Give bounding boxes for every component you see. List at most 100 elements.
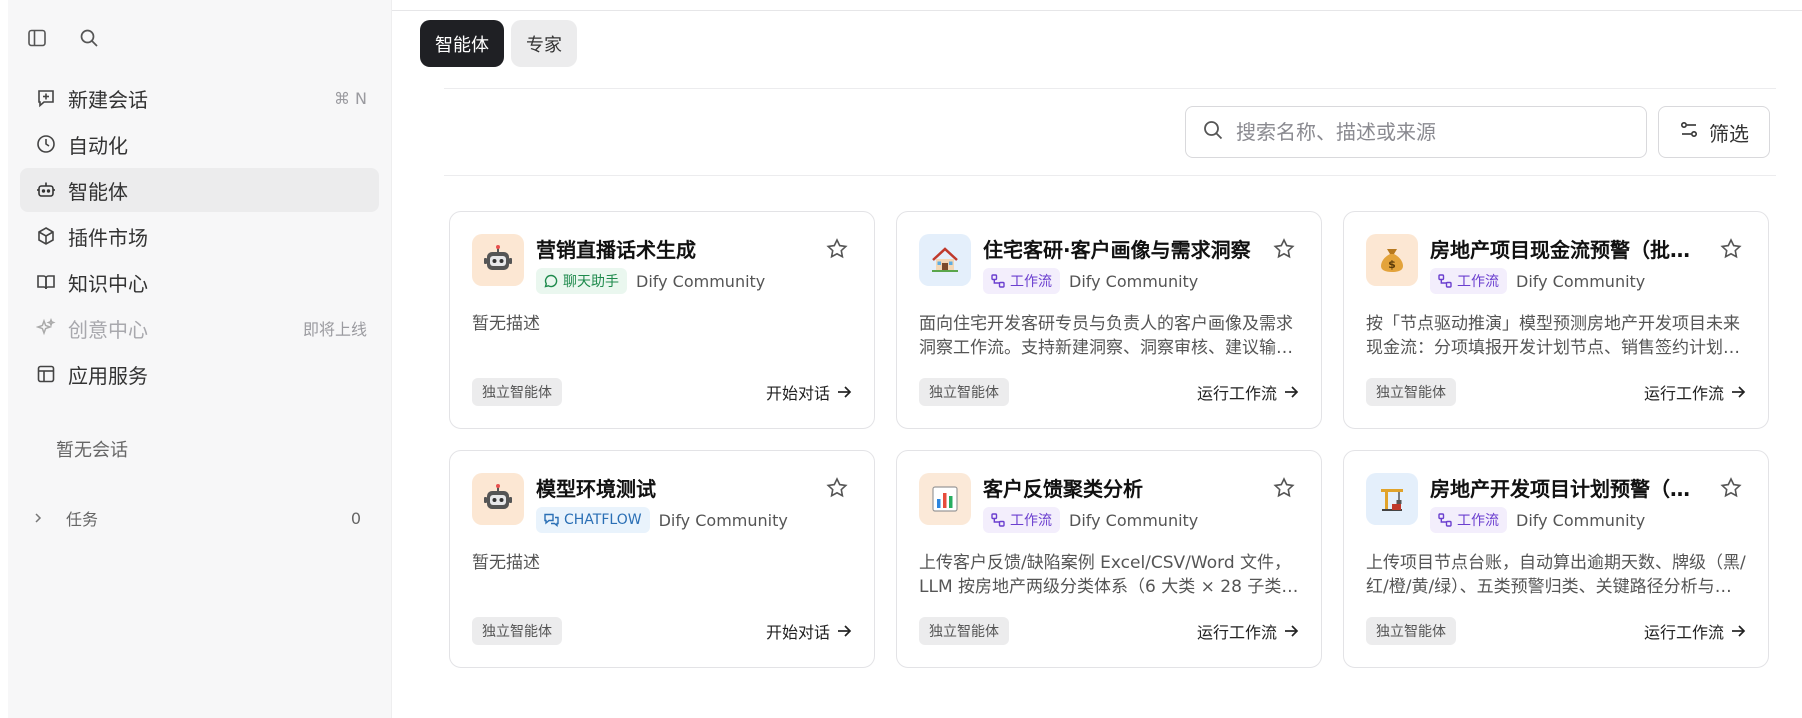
new-chat-icon bbox=[34, 86, 58, 110]
sidebar-item-app-services[interactable]: 应用服务 bbox=[20, 352, 379, 396]
type-tag: 工作流 bbox=[983, 507, 1060, 533]
workflow-icon bbox=[991, 274, 1005, 288]
type-tag: 聊天助手 bbox=[536, 268, 627, 294]
sidebar-item-label: 创意中心 bbox=[68, 317, 148, 342]
sidebar-item-new-chat[interactable]: 新建会话 ⌘ N bbox=[20, 76, 379, 120]
star-icon[interactable] bbox=[1271, 475, 1297, 501]
sidebar-item-automation[interactable]: 自动化 bbox=[20, 122, 379, 166]
filter-bar: 筛选 bbox=[444, 88, 1776, 176]
star-icon[interactable] bbox=[824, 475, 850, 501]
sidebar-item-knowledge[interactable]: 知识中心 bbox=[20, 260, 379, 304]
arrow-right-icon bbox=[1732, 625, 1746, 637]
filter-icon bbox=[1679, 120, 1699, 145]
agent-card[interactable]: 营销直播话术生成 聊天助手 Dify Community 暂无描述 独立智能体 bbox=[449, 211, 875, 429]
chevron-right-icon bbox=[32, 512, 52, 524]
sidebar-item-plugin-market[interactable]: 插件市场 bbox=[20, 214, 379, 258]
card-badge: 独立智能体 bbox=[919, 617, 1009, 645]
sidebar-item-label: 插件市场 bbox=[68, 225, 148, 250]
card-source: Dify Community bbox=[1069, 510, 1199, 530]
start-chat-button[interactable]: 开始对话 bbox=[766, 380, 852, 404]
filter-label: 筛选 bbox=[1709, 121, 1749, 146]
arrow-right-icon bbox=[838, 625, 852, 637]
action-label: 开始对话 bbox=[765, 384, 830, 403]
card-source: Dify Community bbox=[1069, 271, 1199, 291]
sidebar-item-label: 知识中心 bbox=[68, 271, 148, 296]
sidebar-item-agents[interactable]: 智能体 bbox=[20, 168, 379, 212]
workflow-icon bbox=[1438, 274, 1452, 288]
tab-bar: 智能体 专家 bbox=[420, 20, 577, 67]
type-tag: 工作流 bbox=[983, 268, 1060, 294]
house-avatar-icon bbox=[919, 234, 971, 286]
tasks-label: 任务 bbox=[66, 510, 99, 529]
sidebar-item-label: 智能体 bbox=[68, 179, 128, 204]
type-tag-label: 工作流 bbox=[1010, 274, 1052, 290]
sidebar-toggle-icon[interactable] bbox=[24, 25, 50, 51]
agent-card[interactable]: 房地产开发项目计划预警（… 工作流 Dify Community 上传项目节点台… bbox=[1343, 450, 1769, 668]
star-icon[interactable] bbox=[1718, 475, 1744, 501]
sidebar-item-label: 新建会话 bbox=[68, 87, 148, 112]
card-source: Dify Community bbox=[636, 271, 766, 291]
robot-avatar-icon bbox=[472, 473, 524, 525]
main-content: 智能体 专家 筛选 营销直播话术生成 bbox=[392, 0, 1802, 718]
arrow-right-icon bbox=[838, 386, 852, 398]
action-label: 运行工作流 bbox=[1196, 384, 1277, 403]
arrow-right-icon bbox=[1732, 386, 1746, 398]
chat-bubble-icon bbox=[544, 274, 558, 288]
star-icon[interactable] bbox=[1718, 236, 1744, 262]
search-icon bbox=[1202, 119, 1224, 145]
card-title: 房地产项目现金流预警（批… bbox=[1430, 238, 1690, 262]
star-icon[interactable] bbox=[1271, 236, 1297, 262]
search-input[interactable] bbox=[1236, 120, 1616, 144]
run-workflow-button[interactable]: 运行工作流 bbox=[1197, 619, 1299, 643]
search-box[interactable] bbox=[1185, 106, 1647, 158]
robot-icon bbox=[34, 178, 58, 202]
card-title: 营销直播话术生成 bbox=[536, 238, 696, 262]
type-tag: 工作流 bbox=[1430, 268, 1507, 294]
card-badge: 独立智能体 bbox=[1366, 617, 1456, 645]
cube-icon bbox=[34, 224, 58, 248]
card-description: 面向住宅开发客研专员与负责人的客户画像及需求洞察工作流。支持新建洞察、洞察审核、… bbox=[919, 314, 1293, 358]
sidebar: 新建会话 ⌘ N 自动化 智能体 插件市场 知识中心 创意中心 即将上线 应用服… bbox=[8, 0, 392, 718]
card-description: 上传项目节点台账，自动算出逾期天数、牌级（黑/红/橙/黄/绿）、五类预警归类、关… bbox=[1366, 553, 1746, 597]
agent-card-grid: 营销直播话术生成 聊天助手 Dify Community 暂无描述 独立智能体 bbox=[449, 211, 1769, 668]
sidebar-item-label: 应用服务 bbox=[68, 363, 148, 388]
tab-agents[interactable]: 智能体 bbox=[420, 20, 504, 67]
card-description: 暂无描述 bbox=[472, 314, 540, 334]
coming-soon-label: 即将上线 bbox=[302, 320, 367, 339]
agent-card[interactable]: 模型环境测试 CHATFLOW Dify Community 暂无描述 独立智能… bbox=[449, 450, 875, 668]
shortcut-hint: ⌘ N bbox=[333, 88, 367, 108]
star-icon[interactable] bbox=[824, 236, 850, 262]
tab-experts[interactable]: 专家 bbox=[511, 20, 577, 67]
card-badge: 独立智能体 bbox=[472, 378, 562, 406]
card-badge: 独立智能体 bbox=[472, 617, 562, 645]
agent-card[interactable]: 客户反馈聚类分析 工作流 Dify Community 上传客户反馈/缺陷案例 … bbox=[896, 450, 1322, 668]
divider bbox=[392, 10, 1802, 11]
card-source: Dify Community bbox=[658, 510, 788, 530]
filter-button[interactable]: 筛选 bbox=[1658, 106, 1770, 158]
type-tag: CHATFLOW bbox=[536, 507, 650, 533]
card-description: 按「节点驱动推演」模型预测房地产开发项目未来现金流：分项填报开发计划节点、销售签… bbox=[1366, 314, 1740, 358]
card-title: 模型环境测试 bbox=[536, 477, 656, 501]
card-description: 暂无描述 bbox=[472, 553, 540, 573]
empty-conversations: 暂无会话 bbox=[56, 440, 128, 461]
card-description: 上传客户反馈/缺陷案例 Excel/CSV/Word 文件，LLM 按房地产两级… bbox=[919, 553, 1299, 597]
card-source: Dify Community bbox=[1516, 510, 1646, 530]
agent-card[interactable]: 住宅客研·客户画像与需求洞察 工作流 Dify Community 面向住宅开发… bbox=[896, 211, 1322, 429]
start-chat-button[interactable]: 开始对话 bbox=[766, 619, 852, 643]
crane-avatar-icon bbox=[1366, 473, 1418, 525]
layout-icon bbox=[34, 362, 58, 386]
run-workflow-button[interactable]: 运行工作流 bbox=[1644, 619, 1746, 643]
search-icon[interactable] bbox=[76, 25, 102, 51]
tasks-count: 0 bbox=[350, 508, 361, 528]
robot-avatar-icon bbox=[472, 234, 524, 286]
run-workflow-button[interactable]: 运行工作流 bbox=[1197, 380, 1299, 404]
tasks-section[interactable]: 任务 0 bbox=[8, 494, 391, 542]
action-label: 开始对话 bbox=[765, 623, 830, 642]
chatflow-icon bbox=[544, 513, 559, 527]
type-tag: 工作流 bbox=[1430, 507, 1507, 533]
agent-card[interactable]: $ 房地产项目现金流预警（批… 工作流 Dify Community 按「节点驱… bbox=[1343, 211, 1769, 429]
sidebar-item-creative[interactable]: 创意中心 即将上线 bbox=[20, 306, 379, 350]
run-workflow-button[interactable]: 运行工作流 bbox=[1644, 380, 1746, 404]
workflow-icon bbox=[991, 513, 1005, 527]
sparkle-icon bbox=[34, 316, 58, 340]
